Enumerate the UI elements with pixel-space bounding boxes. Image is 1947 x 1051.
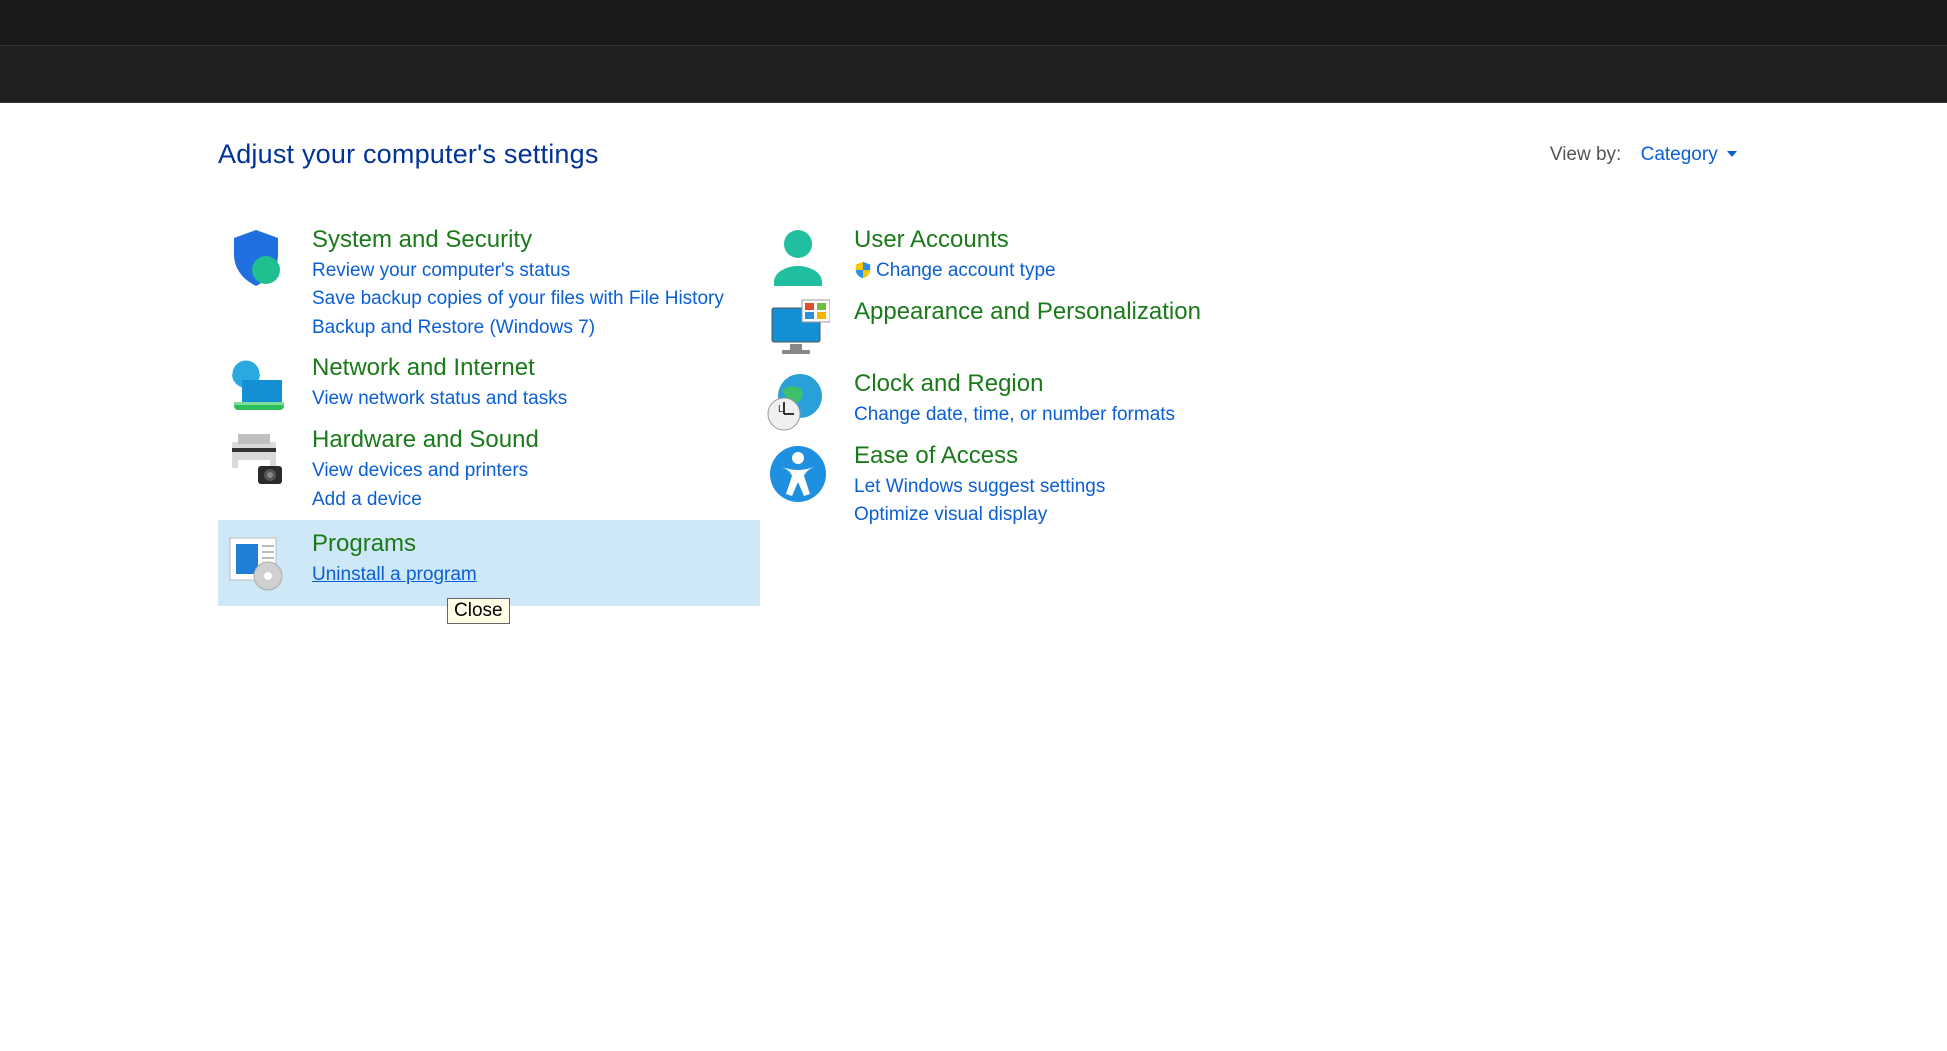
category-clock-region[interactable]: L Clock and Region Change date, time, or… xyxy=(760,364,1201,436)
category-column-right: User Accounts Change account type xyxy=(760,220,1201,606)
view-by: View by: Category xyxy=(1550,144,1737,166)
view-by-value: Category xyxy=(1641,144,1718,165)
category-link[interactable]: Save backup copies of your files with Fi… xyxy=(312,285,724,314)
category-title[interactable]: Hardware and Sound xyxy=(312,426,539,455)
category-appearance-personalization[interactable]: Appearance and Personalization xyxy=(760,292,1201,364)
category-title[interactable]: Clock and Region xyxy=(854,370,1175,399)
category-ease-of-access[interactable]: Ease of Access Let Windows suggest setti… xyxy=(760,436,1201,536)
tooltip-close: Close xyxy=(447,598,510,624)
category-body: Ease of Access Let Windows suggest setti… xyxy=(854,442,1105,530)
category-body: Programs Uninstall a program xyxy=(312,530,477,590)
link-text: Change account type xyxy=(876,260,1056,281)
category-system-security[interactable]: System and Security Review your computer… xyxy=(218,220,760,348)
network-icon xyxy=(224,354,298,414)
clock-globe-icon: L xyxy=(766,370,840,430)
accessibility-icon xyxy=(766,442,840,502)
category-column-left: System and Security Review your computer… xyxy=(218,220,760,606)
category-link[interactable]: Add a device xyxy=(312,486,539,515)
chevron-down-icon xyxy=(1727,151,1737,157)
monitor-personalize-icon xyxy=(766,298,840,358)
view-by-dropdown[interactable]: Category xyxy=(1641,144,1737,165)
category-user-accounts[interactable]: User Accounts Change account type xyxy=(760,220,1201,292)
category-title[interactable]: System and Security xyxy=(312,226,724,255)
category-title[interactable]: Network and Internet xyxy=(312,354,567,383)
browser-tabbar xyxy=(0,45,1947,103)
user-icon xyxy=(766,226,840,286)
category-title[interactable]: Appearance and Personalization xyxy=(854,298,1201,327)
category-title[interactable]: Programs xyxy=(312,530,477,559)
category-link[interactable]: View network status and tasks xyxy=(312,385,567,414)
category-body: Appearance and Personalization xyxy=(854,298,1201,358)
browser-chrome-top xyxy=(0,0,1947,45)
view-by-label: View by: xyxy=(1550,144,1621,165)
category-body: Clock and Region Change date, time, or n… xyxy=(854,370,1175,430)
category-link[interactable]: Review your computer's status xyxy=(312,257,724,286)
category-hardware-sound[interactable]: Hardware and Sound View devices and prin… xyxy=(218,420,760,520)
category-link[interactable]: Change date, time, or number formats xyxy=(854,401,1175,430)
category-link-change-account-type[interactable]: Change account type xyxy=(854,257,1056,286)
category-body: Network and Internet View network status… xyxy=(312,354,567,414)
category-link[interactable]: View devices and printers xyxy=(312,457,539,486)
page-title: Adjust your computer's settings xyxy=(218,139,599,170)
category-link-uninstall-program[interactable]: Uninstall a program xyxy=(312,561,477,590)
category-body: Hardware and Sound View devices and prin… xyxy=(312,426,539,514)
category-network-internet[interactable]: Network and Internet View network status… xyxy=(218,348,760,420)
category-programs[interactable]: Programs Uninstall a program xyxy=(218,520,760,606)
programs-icon xyxy=(224,530,298,590)
svg-text:L: L xyxy=(778,404,784,415)
category-body: User Accounts Change account type xyxy=(854,226,1056,286)
control-panel-page: Adjust your computer's settings View by:… xyxy=(0,103,1947,606)
printer-camera-icon xyxy=(224,426,298,486)
category-title[interactable]: Ease of Access xyxy=(854,442,1105,471)
uac-shield-icon xyxy=(854,260,872,278)
category-link[interactable]: Optimize visual display xyxy=(854,501,1105,530)
category-body: System and Security Review your computer… xyxy=(312,226,724,342)
shield-icon xyxy=(224,226,298,286)
categories-grid: System and Security Review your computer… xyxy=(218,220,1737,606)
page-header: Adjust your computer's settings View by:… xyxy=(218,139,1737,170)
category-link[interactable]: Let Windows suggest settings xyxy=(854,473,1105,502)
category-link[interactable]: Backup and Restore (Windows 7) xyxy=(312,314,724,343)
category-title[interactable]: User Accounts xyxy=(854,226,1056,255)
